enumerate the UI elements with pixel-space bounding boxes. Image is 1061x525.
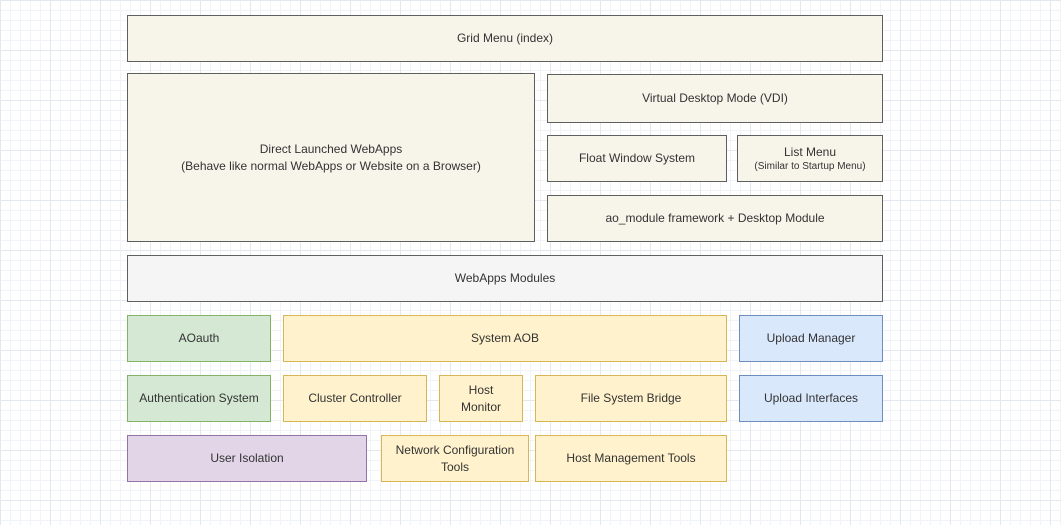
box-list-menu-sublabel: (Similar to Startup Menu) [754, 160, 865, 174]
box-network-configuration-tools[interactable]: Network Configuration Tools [381, 435, 529, 482]
box-system-aob-label: System AOB [471, 330, 539, 346]
box-authentication-system[interactable]: Authentication System [127, 375, 271, 422]
box-grid-menu[interactable]: Grid Menu (index) [127, 15, 883, 62]
box-cluster-controller-label: Cluster Controller [308, 390, 401, 406]
box-user-isolation-label: User Isolation [210, 450, 283, 466]
box-upload-manager[interactable]: Upload Manager [739, 315, 883, 362]
box-aoauth-label: AOauth [179, 330, 220, 346]
box-float-window-system[interactable]: Float Window System [547, 135, 727, 182]
box-host-management-tools-label: Host Management Tools [566, 450, 695, 466]
box-float-window-system-label: Float Window System [579, 150, 695, 166]
box-network-configuration-tools-label: Network Configuration Tools [390, 442, 520, 474]
box-grid-menu-label: Grid Menu (index) [457, 30, 553, 46]
box-host-monitor-label: Host Monitor [448, 382, 514, 414]
box-user-isolation[interactable]: User Isolation [127, 435, 367, 482]
box-virtual-desktop-mode-label: Virtual Desktop Mode (VDI) [642, 90, 788, 106]
box-webapps-modules[interactable]: WebApps Modules [127, 255, 883, 302]
box-webapps-modules-label: WebApps Modules [455, 270, 556, 286]
box-authentication-system-label: Authentication System [139, 390, 258, 406]
box-direct-launched-webapps-line2: (Behave like normal WebApps or Website o… [181, 158, 481, 174]
box-cluster-controller[interactable]: Cluster Controller [283, 375, 427, 422]
box-host-management-tools[interactable]: Host Management Tools [535, 435, 727, 482]
box-virtual-desktop-mode[interactable]: Virtual Desktop Mode (VDI) [547, 74, 883, 123]
box-direct-launched-webapps[interactable]: Direct Launched WebApps (Behave like nor… [127, 73, 535, 242]
box-upload-manager-label: Upload Manager [767, 330, 856, 346]
box-aoauth[interactable]: AOauth [127, 315, 271, 362]
box-system-aob[interactable]: System AOB [283, 315, 727, 362]
box-direct-launched-webapps-line1: Direct Launched WebApps [260, 141, 403, 157]
box-upload-interfaces[interactable]: Upload Interfaces [739, 375, 883, 422]
box-file-system-bridge-label: File System Bridge [581, 390, 682, 406]
diagram-canvas: { "canvas": { "background_color": "#ffff… [0, 0, 1061, 525]
box-host-monitor[interactable]: Host Monitor [439, 375, 523, 422]
box-file-system-bridge[interactable]: File System Bridge [535, 375, 727, 422]
box-ao-module-framework-label: ao_module framework + Desktop Module [605, 210, 824, 226]
box-upload-interfaces-label: Upload Interfaces [764, 390, 858, 406]
box-list-menu-label: List Menu [784, 144, 836, 160]
box-ao-module-framework[interactable]: ao_module framework + Desktop Module [547, 195, 883, 242]
box-list-menu[interactable]: List Menu (Similar to Startup Menu) [737, 135, 883, 182]
